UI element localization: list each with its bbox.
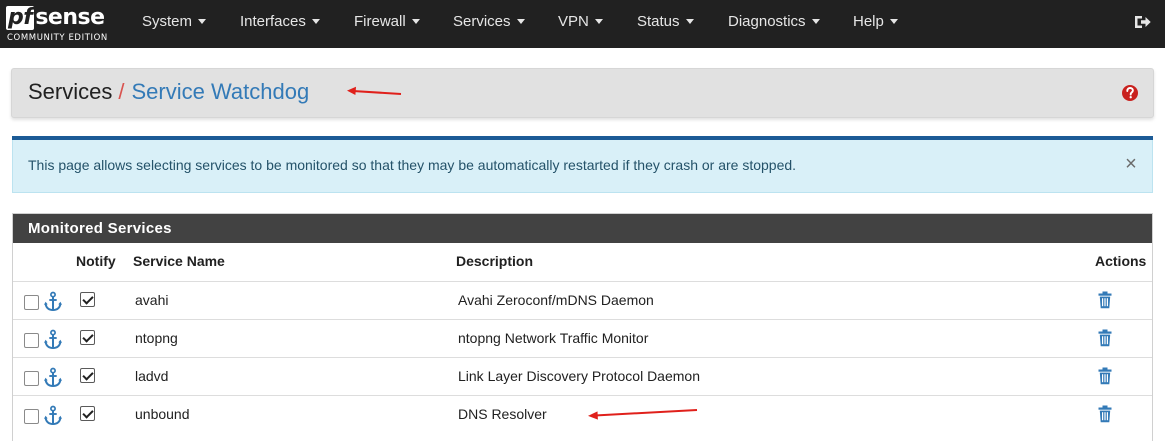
annotation-arrow-icon [588,409,698,420]
service-description: Avahi Zeroconf/mDNS Daemon [458,292,654,308]
info-alert: This page allows selecting services to b… [12,140,1153,193]
table-row: avahi Avahi Zeroconf/mDNS Daemon [13,281,1152,319]
logo-wordmark: pf sense [6,5,105,30]
nav-menu-vpn[interactable]: VPN [558,0,603,48]
caret-down-icon [516,19,525,24]
notify-checkbox[interactable] [80,368,95,383]
trash-icon[interactable] [1098,367,1112,385]
caret-down-icon [311,19,320,24]
annotation-arrow-icon [347,86,402,95]
breadcrumb-separator: / [118,79,125,104]
anchor-icon[interactable] [43,367,63,389]
service-name: avahi [135,292,169,308]
sign-out-icon[interactable] [1133,13,1151,31]
panel-heading: Monitored Services [13,214,1152,243]
caret-down-icon [811,19,820,24]
row-select-checkbox[interactable] [24,295,39,310]
table-row: unbound DNS Resolver [13,395,1152,433]
trash-icon[interactable] [1098,405,1112,423]
breadcrumb-section: Services [28,79,113,104]
trash-icon[interactable] [1098,291,1112,309]
service-name: ladvd [135,368,169,384]
breadcrumb-panel: Services / Service Watchdog [11,68,1154,118]
logo-edition: COMMUNITY EDITION [7,33,108,43]
notify-checkbox[interactable] [80,330,95,345]
anchor-icon[interactable] [43,329,63,351]
caret-down-icon [411,19,420,24]
column-header-actions: Actions [1095,253,1147,269]
service-description: DNS Resolver [458,406,547,422]
nav-menu-interfaces[interactable]: Interfaces [240,0,320,48]
row-select-checkbox[interactable] [24,409,39,424]
nav-menu-system[interactable]: System [142,0,207,48]
nav-menu-help[interactable]: Help [853,0,898,48]
nav-menu-status[interactable]: Status [637,0,694,48]
service-name: unbound [135,406,190,422]
alert-message: This page allows selecting services to b… [28,157,797,173]
column-header-service-name[interactable]: Service Name [133,243,225,282]
nav-menu-diagnostics[interactable]: Diagnostics [728,0,820,48]
breadcrumb-page-link[interactable]: Service Watchdog [131,79,309,104]
column-header-notify[interactable]: Notify [76,243,116,282]
anchor-icon[interactable] [43,291,63,313]
column-header-description[interactable]: Description [456,243,533,282]
notify-checkbox[interactable] [80,406,95,421]
nav-menu-firewall[interactable]: Firewall [354,0,420,48]
close-icon[interactable]: × [1122,154,1140,174]
breadcrumb: Services / Service Watchdog [28,69,309,117]
panel-title: Monitored Services [28,220,172,237]
caret-down-icon [198,19,207,24]
service-description: ntopng Network Traffic Monitor [458,330,649,346]
service-description: Link Layer Discovery Protocol Daemon [458,368,700,384]
caret-down-icon [889,19,898,24]
monitored-services-panel: Monitored Services Notify Service Name D… [12,213,1153,441]
service-name: ntopng [135,330,178,346]
caret-down-icon [594,19,603,24]
trash-icon[interactable] [1098,329,1112,347]
row-select-checkbox[interactable] [24,371,39,386]
table-row: ntopng ntopng Network Traffic Monitor [13,319,1152,357]
table-row: ladvd Link Layer Discovery Protocol Daem… [13,357,1152,395]
row-select-checkbox[interactable] [24,333,39,348]
pfsense-logo[interactable]: pf sense COMMUNITY EDITION [6,4,114,44]
question-circle-icon[interactable] [1121,84,1139,102]
notify-checkbox[interactable] [80,292,95,307]
nav-menu-services[interactable]: Services [453,0,525,48]
anchor-icon[interactable] [43,405,63,427]
caret-down-icon [685,19,694,24]
top-navbar: pf sense COMMUNITY EDITION System Interfa… [0,0,1165,48]
